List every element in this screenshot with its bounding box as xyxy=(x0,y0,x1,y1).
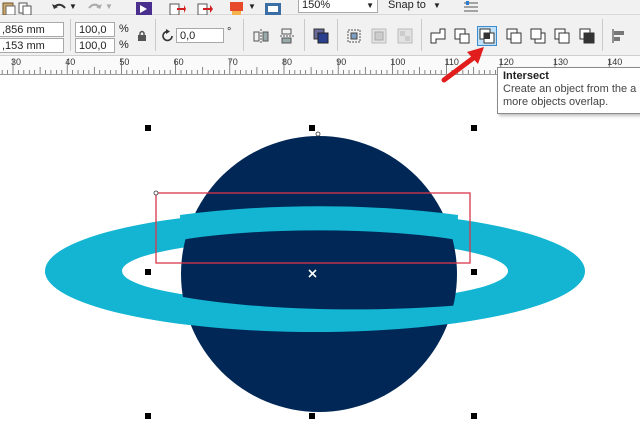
object-width-value: ,856 mm xyxy=(2,24,45,36)
scale-y-value: 100,0 xyxy=(79,40,107,52)
scale-x-value: 100,0 xyxy=(79,24,107,36)
tooltip-description-line2: more objects overlap. xyxy=(503,96,609,108)
separator xyxy=(421,19,422,51)
object-width-field[interactable]: ,856 mm xyxy=(0,22,64,37)
back-minus-front-icon[interactable] xyxy=(553,27,571,45)
rotation-icon xyxy=(162,29,173,42)
scale-y-field[interactable]: 100,0 xyxy=(75,38,115,53)
separator xyxy=(70,19,71,51)
to-front-icon[interactable] xyxy=(312,27,330,45)
align-icon[interactable] xyxy=(610,27,628,45)
separator xyxy=(337,19,338,51)
pointer-arrow-icon xyxy=(441,47,484,83)
group-icon[interactable] xyxy=(345,27,363,45)
publish-dropdown-arrow-icon[interactable]: ▼ xyxy=(248,0,256,14)
ruler-tick-label: 70 xyxy=(228,57,238,67)
redo-dropdown-arrow-icon[interactable]: ▼ xyxy=(105,0,113,14)
handle-top-center[interactable] xyxy=(309,125,315,131)
snap-dropdown-arrow-icon: ▼ xyxy=(432,1,441,10)
handle-bottom-right[interactable] xyxy=(471,413,477,419)
object-height-value: ,153 mm xyxy=(2,40,45,52)
front-minus-back-icon[interactable] xyxy=(529,27,547,45)
ruler-tick-label: 40 xyxy=(65,57,75,67)
ruler-tick-label: 90 xyxy=(336,57,346,67)
tooltip-title: Intersect xyxy=(503,70,549,82)
separator xyxy=(243,19,244,51)
tooltip-description-line1: Create an object from the a xyxy=(503,83,637,95)
create-boundary-icon[interactable] xyxy=(578,27,596,45)
handle-bottom-left[interactable] xyxy=(145,413,151,419)
planet-circle[interactable] xyxy=(181,136,457,412)
handle-middle-left[interactable] xyxy=(145,269,151,275)
simplify-icon[interactable] xyxy=(505,27,523,45)
ungroup-icon[interactable] xyxy=(370,27,388,45)
zoom-dropdown-arrow-icon: ▼ xyxy=(366,1,374,10)
lock-ratio-icon[interactable] xyxy=(136,30,148,42)
separator xyxy=(304,19,305,51)
ruler-tick-label: 30 xyxy=(11,57,21,67)
standard-toolbar: ▼ ▼ ▼ 150% ▼ Snap to ▼ xyxy=(0,0,640,16)
highlight-corner-node xyxy=(153,190,159,196)
separator xyxy=(155,19,156,51)
handle-top-right[interactable] xyxy=(471,125,477,131)
rotation-angle-field[interactable]: 0,0 xyxy=(176,28,224,43)
handle-top-left[interactable] xyxy=(145,125,151,131)
ruler-tick-label: 50 xyxy=(119,57,129,67)
intersect-tooltip: Intersect Create an object from the a mo… xyxy=(497,67,640,114)
ruler-tick-label: 80 xyxy=(282,57,292,67)
rotation-degree-label: ° xyxy=(227,26,232,38)
scale-x-percent-label: % xyxy=(119,23,129,35)
drawing-canvas[interactable] xyxy=(0,75,640,431)
scale-y-percent-label: % xyxy=(119,39,129,51)
undo-dropdown-arrow-icon[interactable]: ▼ xyxy=(69,0,77,14)
handle-middle-right[interactable] xyxy=(471,269,477,275)
ungroup-all-icon[interactable] xyxy=(396,27,414,45)
top-node-marker xyxy=(315,131,321,137)
separator xyxy=(602,19,603,51)
snap-options-icon[interactable] xyxy=(462,0,480,16)
canvas-drawing xyxy=(45,125,585,419)
ruler-tick-label: 60 xyxy=(174,57,184,67)
snap-to-label: Snap to xyxy=(388,0,426,11)
rotation-angle-value: 0,0 xyxy=(180,30,196,42)
handle-bottom-center[interactable] xyxy=(309,413,315,419)
object-height-field[interactable]: ,153 mm xyxy=(0,38,64,53)
property-bar: ,856 mm ,153 mm 100,0 100,0 % % 0,0 ° xyxy=(0,15,640,56)
scale-x-field[interactable]: 100,0 xyxy=(75,22,115,37)
mirror-vertical-icon[interactable] xyxy=(278,27,296,45)
mirror-horizontal-icon[interactable] xyxy=(252,27,270,45)
snap-to-button[interactable]: Snap to ▼ xyxy=(388,0,441,13)
zoom-level-select[interactable]: 150% ▼ xyxy=(298,0,378,13)
zoom-level-value: 150% xyxy=(302,0,331,11)
